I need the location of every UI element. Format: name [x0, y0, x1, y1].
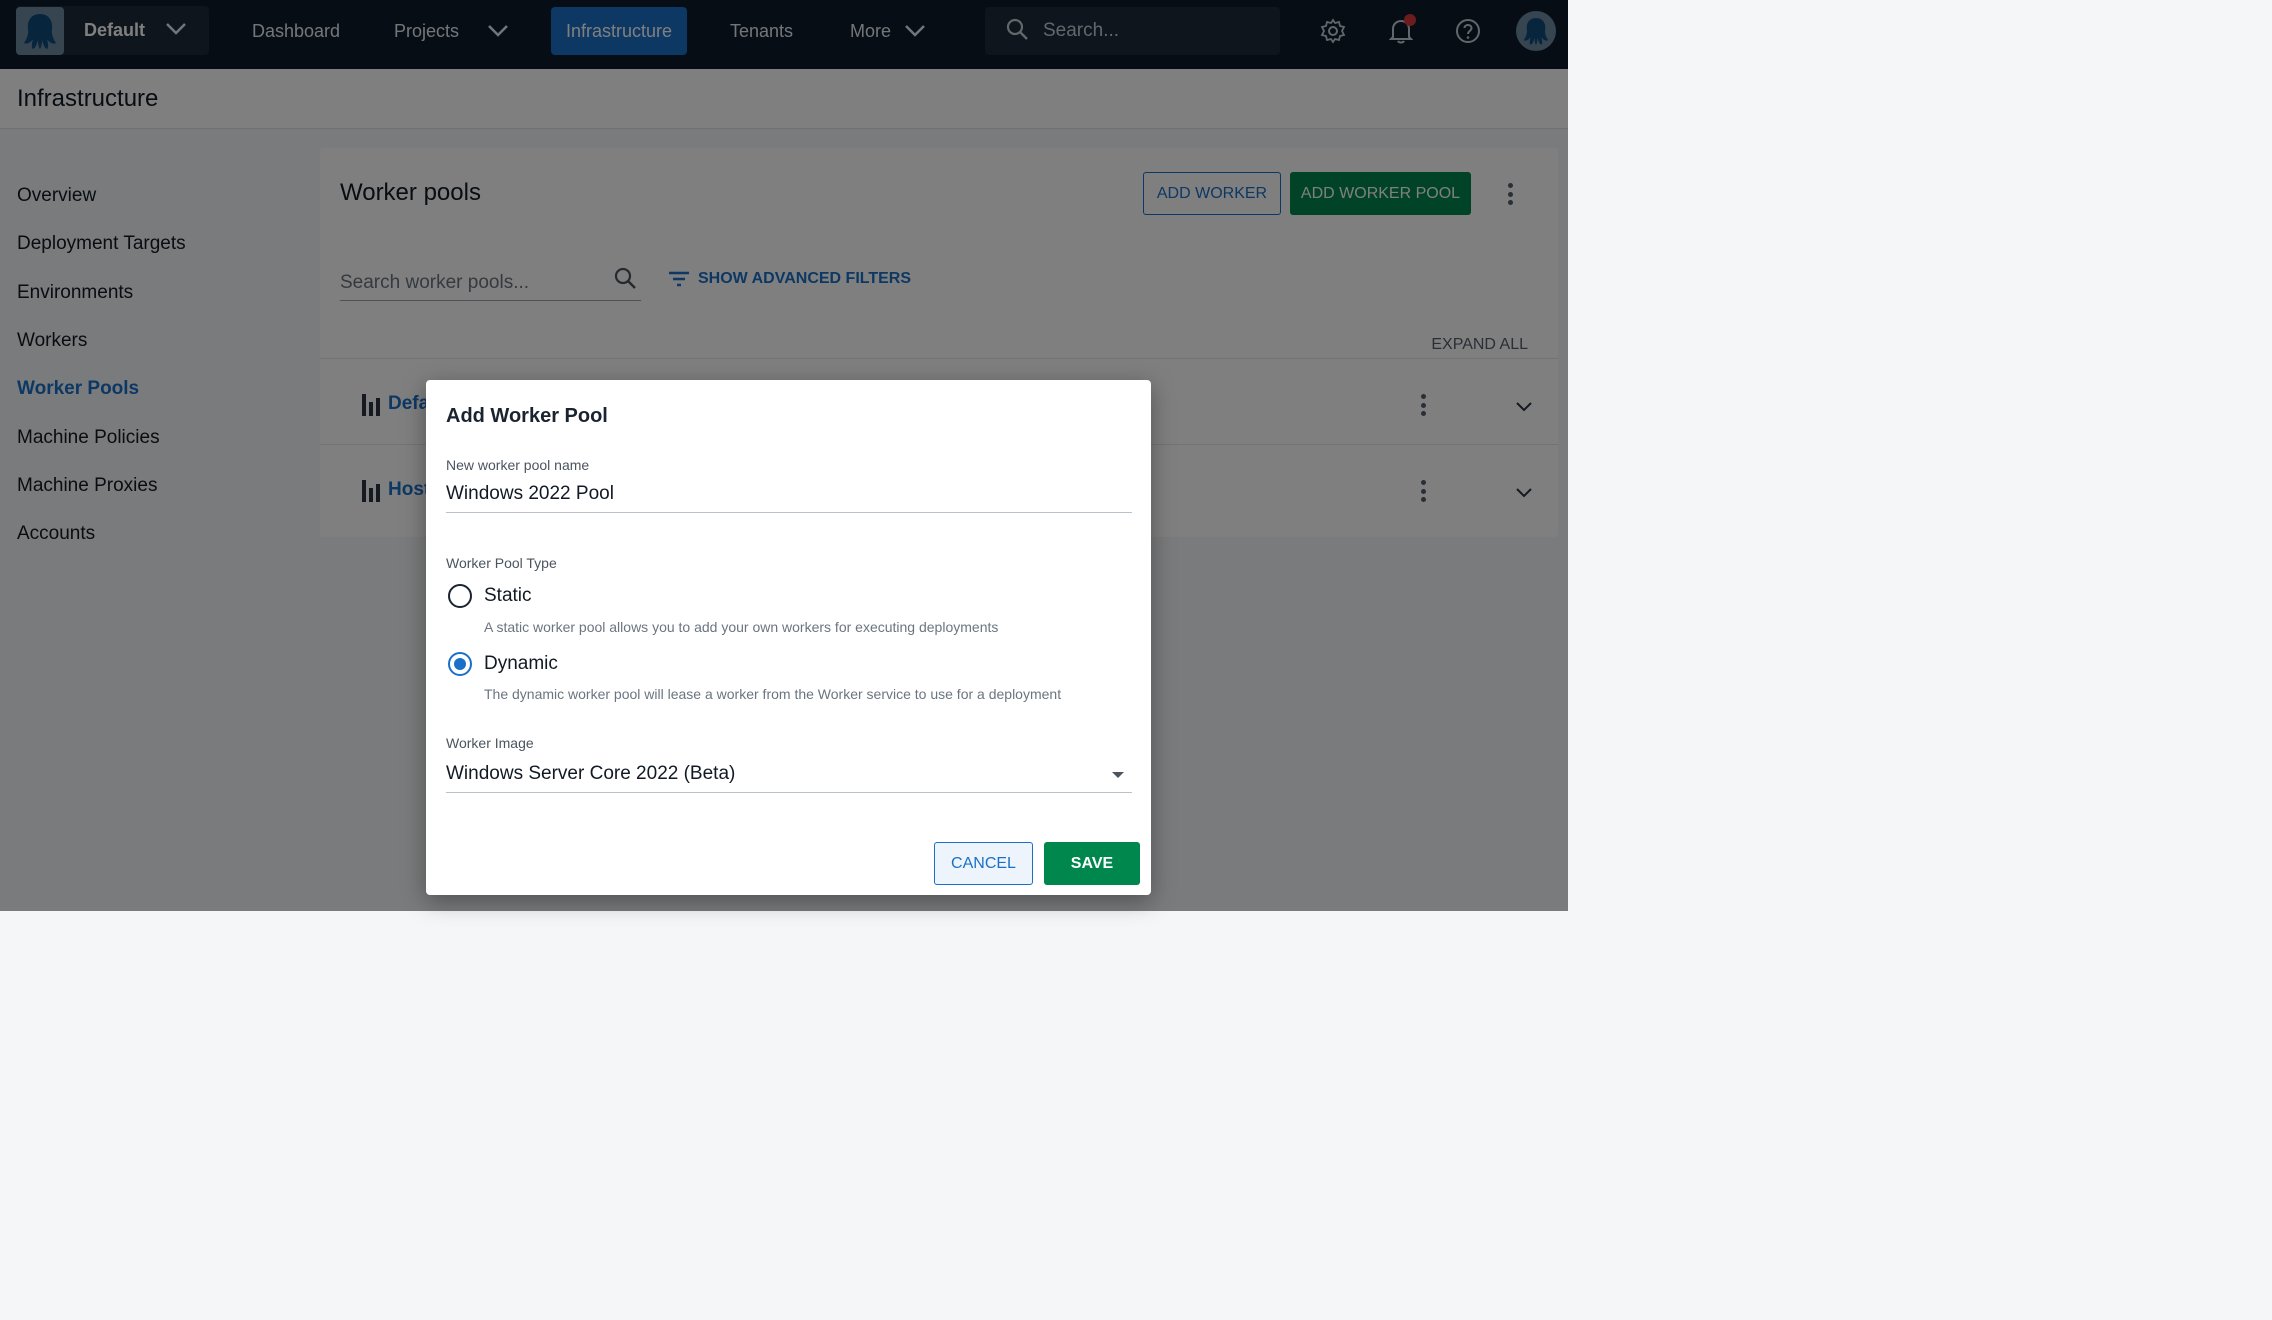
dialog-title: Add Worker Pool — [446, 405, 608, 427]
dynamic-radio[interactable] — [448, 652, 472, 676]
static-radio[interactable] — [448, 584, 472, 608]
add-worker-pool-dialog: Add Worker Pool New worker pool name Win… — [426, 380, 1151, 895]
dropdown-arrow-icon[interactable] — [1112, 772, 1124, 778]
static-radio-label[interactable]: Static — [484, 585, 532, 607]
worker-image-underline — [446, 792, 1132, 793]
cancel-button[interactable]: CANCEL — [934, 842, 1033, 885]
static-help-text: A static worker pool allows you to add y… — [484, 619, 999, 635]
pool-name-underline — [446, 512, 1132, 513]
dynamic-help-text: The dynamic worker pool will lease a wor… — [484, 686, 1062, 702]
pool-name-input[interactable]: Windows 2022 Pool — [446, 483, 614, 505]
worker-image-select[interactable]: Windows Server Core 2022 (Beta) — [446, 763, 735, 785]
pool-type-label: Worker Pool Type — [446, 555, 557, 571]
pool-name-label: New worker pool name — [446, 457, 590, 473]
save-button[interactable]: SAVE — [1044, 842, 1140, 885]
worker-image-label: Worker Image — [446, 735, 534, 751]
dynamic-radio-label[interactable]: Dynamic — [484, 653, 558, 675]
